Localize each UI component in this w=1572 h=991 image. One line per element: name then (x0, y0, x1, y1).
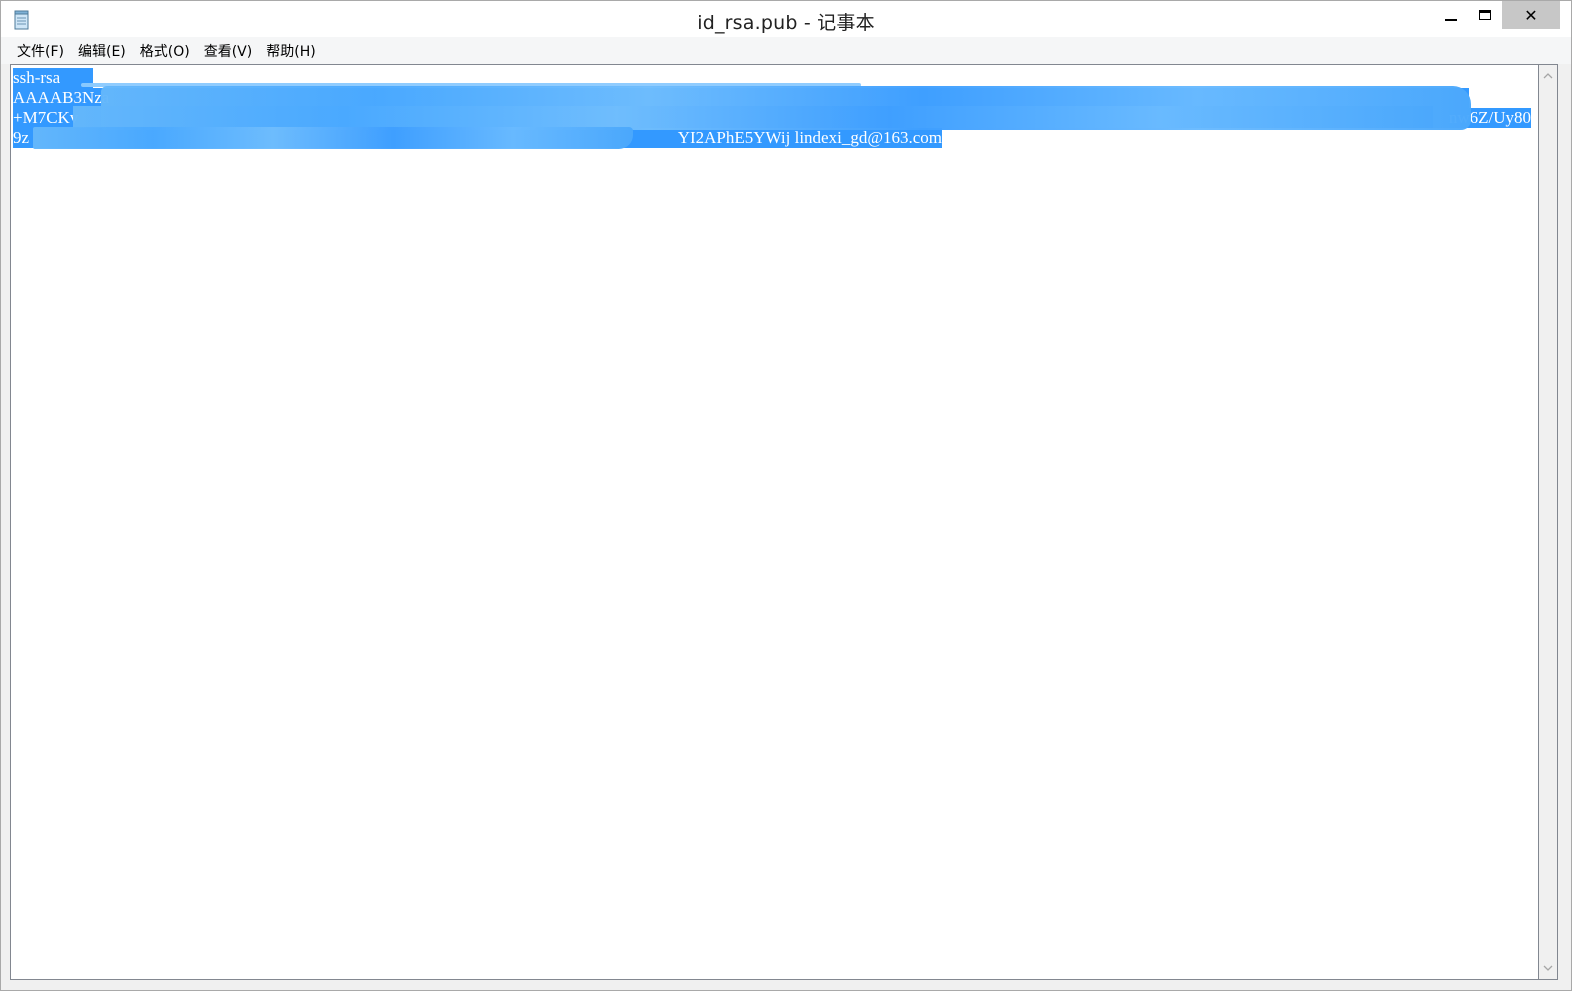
close-icon: ✕ (1524, 5, 1538, 25)
menu-edit[interactable]: 编辑(E) (71, 38, 133, 64)
title-bar[interactable]: id_rsa.pub - 记事本 ✕ (1, 1, 1571, 37)
minimize-button[interactable] (1434, 1, 1468, 29)
text-line-left: AAAAB3Nza (13, 88, 110, 107)
redaction-mark (33, 127, 633, 149)
menu-bar: 文件(F) 编辑(E) 格式(O) 查看(V) 帮助(H) (1, 37, 1571, 64)
text-line-left: ssh-rsa (13, 68, 61, 87)
minimize-icon (1445, 19, 1457, 21)
scroll-down-icon[interactable] (1539, 959, 1557, 977)
menu-view[interactable]: 查看(V) (197, 38, 260, 64)
vertical-scrollbar[interactable] (1539, 64, 1558, 980)
menu-format[interactable]: 格式(O) (133, 38, 197, 64)
menu-help[interactable]: 帮助(H) (259, 38, 322, 64)
maximize-button[interactable] (1468, 1, 1502, 29)
text-line-left: +M7CKv (13, 108, 79, 127)
close-button[interactable]: ✕ (1502, 1, 1560, 29)
menu-file[interactable]: 文件(F) (10, 38, 71, 64)
text-line-right: YI2APhE5YWij lindexi_gd@163.com (677, 128, 942, 147)
window-title: id_rsa.pub - 记事本 (697, 12, 875, 34)
notepad-window: id_rsa.pub - 记事本 ✕ 文件(F) 编辑(E) 格式(O) 查看(… (0, 0, 1572, 991)
maximize-icon (1479, 10, 1491, 20)
window-bottom-border (1, 980, 1571, 990)
scroll-up-icon[interactable] (1539, 67, 1557, 85)
text-line-left: 9z (13, 128, 30, 147)
redaction-mark (73, 106, 1433, 128)
text-editor[interactable]: ssh-rsa AAAAB3Nza +M7CKv nw6Z/Uy80 9z YI… (10, 64, 1539, 980)
